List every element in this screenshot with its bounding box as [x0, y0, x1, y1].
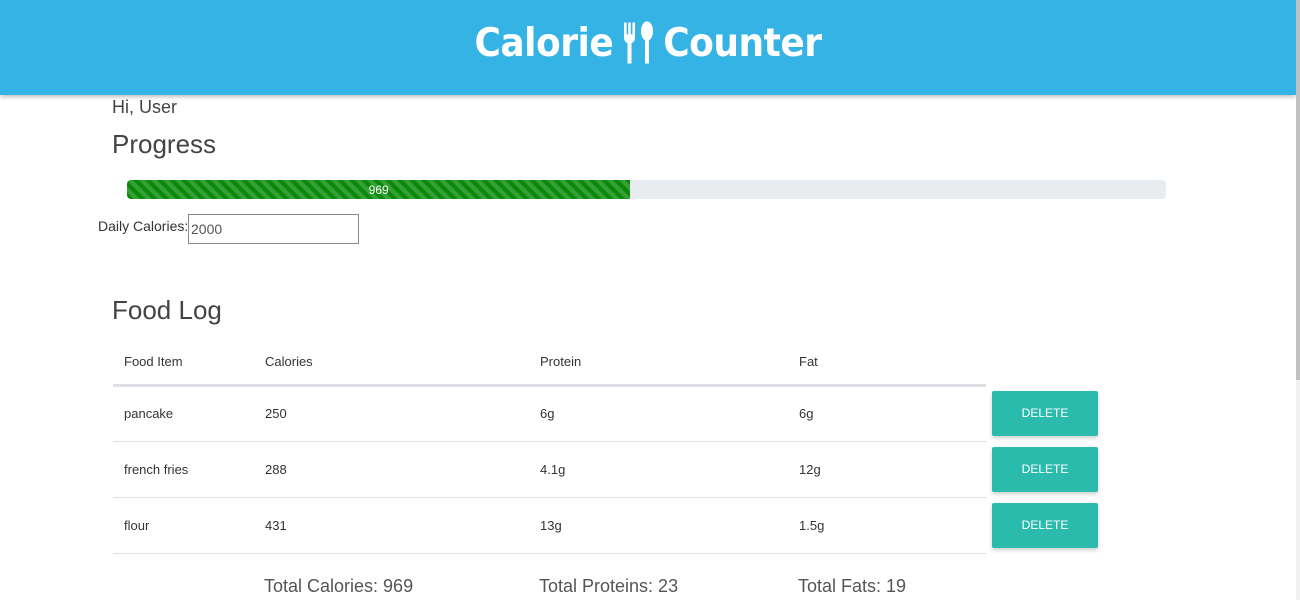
cell-food-item: flour — [113, 497, 254, 554]
scrollbar-thumb[interactable] — [1296, 0, 1300, 380]
cell-calories: 288 — [254, 441, 529, 498]
daily-calories-input[interactable] — [188, 214, 359, 244]
table-row: pancake 250 6g 6g DELETE — [113, 385, 1106, 442]
app-header: Calorie Counter — [0, 0, 1296, 95]
delete-button[interactable]: DELETE — [992, 390, 1098, 436]
brand-title-right: Counter — [663, 20, 822, 65]
user-greeting: Hi, User — [112, 97, 178, 117]
delete-button[interactable]: DELETE — [992, 446, 1098, 492]
total-calories: Total Calories: 969 — [264, 576, 414, 596]
table-row: french fries 288 4.1g 12g DELETE — [113, 441, 1106, 498]
cell-fat: 1.5g — [788, 497, 986, 554]
progress-title: Progress — [112, 129, 217, 159]
cell-food-item: french fries — [113, 441, 254, 498]
column-header-action — [986, 340, 1106, 385]
table-header-row: Food Item Calories Protein Fat — [113, 340, 1106, 387]
fork-spoon-icon — [621, 20, 655, 65]
cell-protein: 4.1g — [529, 441, 788, 498]
daily-calories-label: Daily Calories: — [98, 218, 189, 234]
cell-protein: 6g — [529, 385, 788, 442]
calorie-progress-bar: 969 — [127, 180, 1166, 199]
page: Calorie Counter Hi, User Progress 969 Da… — [0, 0, 1300, 600]
progress-bar-label: 969 — [368, 182, 389, 197]
cell-action: DELETE — [986, 497, 1106, 553]
cell-calories: 250 — [254, 385, 529, 442]
total-fats: Total Fats: 19 — [798, 576, 907, 596]
column-header-calories: Calories — [254, 340, 529, 387]
cell-action: DELETE — [986, 385, 1106, 441]
progress-bar-fill: 969 — [127, 180, 631, 199]
column-header-protein: Protein — [529, 340, 788, 387]
cell-protein: 13g — [529, 497, 788, 554]
cell-fat: 6g — [788, 385, 986, 442]
column-header-fat: Fat — [788, 340, 986, 387]
brand-title-left: Calorie — [474, 20, 614, 65]
food-log-title: Food Log — [112, 295, 222, 325]
table-row: flour 431 13g 1.5g DELETE — [113, 497, 1106, 554]
column-header-food-item: Food Item — [113, 340, 254, 387]
food-log-table: Food Item Calories Protein Fat pancake 2… — [113, 340, 1106, 554]
page-scrollbar[interactable] — [1296, 0, 1300, 600]
app-brand: Calorie Counter — [474, 20, 822, 65]
delete-button[interactable]: DELETE — [992, 502, 1098, 548]
cell-action: DELETE — [986, 441, 1106, 497]
total-proteins: Total Proteins: 23 — [539, 576, 679, 596]
cell-fat: 12g — [788, 441, 986, 498]
cell-calories: 431 — [254, 497, 529, 554]
cell-food-item: pancake — [113, 385, 254, 442]
